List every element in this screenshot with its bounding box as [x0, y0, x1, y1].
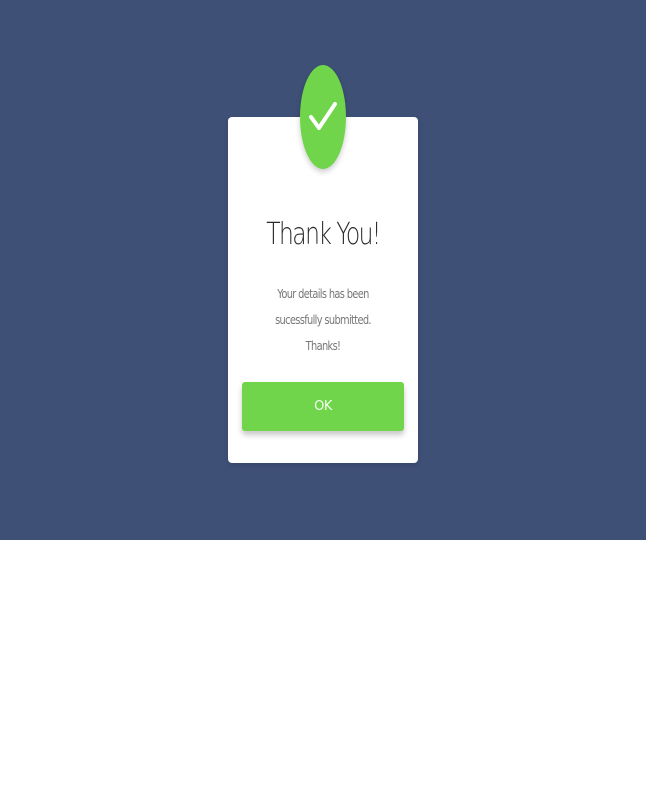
dialog-message: Your details has been sucessfully submit… [275, 287, 372, 353]
ok-button[interactable]: OK [242, 382, 404, 431]
success-badge [300, 65, 346, 169]
success-dialog: Thank You! Your details has been sucessf… [228, 65, 418, 463]
dialog-title: Thank You! [266, 217, 381, 252]
checkmark-icon [309, 102, 337, 130]
